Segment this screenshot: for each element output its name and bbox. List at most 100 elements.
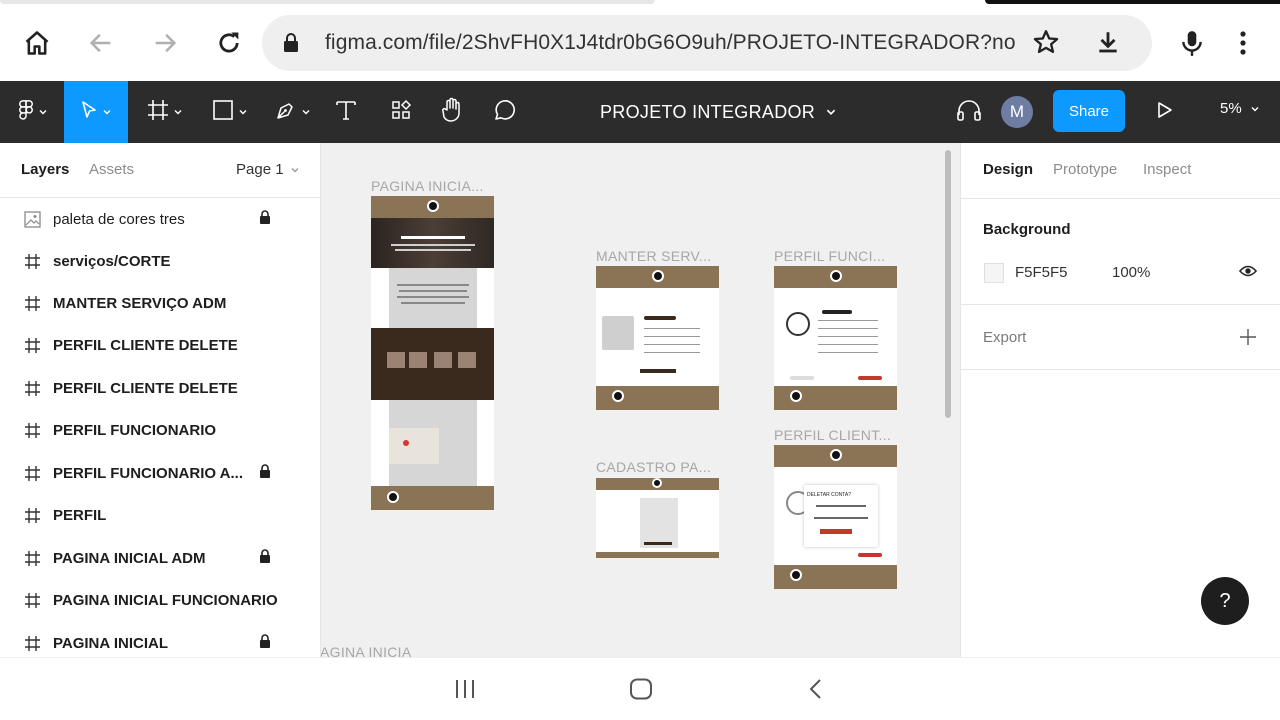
tab-layers[interactable]: Layers bbox=[21, 161, 69, 178]
tab-design[interactable]: Design bbox=[983, 161, 1033, 178]
frame-icon bbox=[23, 336, 41, 354]
layer-row[interactable]: PAGINA INICIAL bbox=[0, 622, 320, 657]
tab-prototype[interactable]: Prototype bbox=[1053, 161, 1117, 178]
layer-row[interactable]: PAGINA INICIAL ADM bbox=[0, 537, 320, 579]
mic-icon[interactable] bbox=[1174, 25, 1210, 61]
layer-row[interactable]: MANTER SERVIÇO ADM bbox=[0, 282, 320, 324]
layer-name: paleta de cores tres bbox=[53, 210, 185, 228]
zoom-level: 5% bbox=[1220, 100, 1242, 117]
figma-menu-button[interactable] bbox=[8, 81, 58, 143]
background-color-swatch[interactable] bbox=[984, 263, 1004, 283]
home-icon[interactable] bbox=[19, 25, 55, 61]
frame-perfil-cliente[interactable]: DELETAR CONTA? bbox=[774, 445, 897, 589]
download-icon[interactable] bbox=[1095, 29, 1121, 60]
background-opacity-input[interactable]: 100% bbox=[1112, 264, 1150, 281]
text-tool-button[interactable] bbox=[330, 81, 362, 143]
frame-label-perfil-funcionario[interactable]: PERFIL FUNCI... bbox=[774, 248, 885, 264]
background-hex-input[interactable]: F5F5F5 bbox=[1015, 264, 1068, 281]
present-button[interactable] bbox=[1150, 81, 1180, 143]
browser-address-bar: figma.com/file/2ShvFH0X1J4tdr0bG6O9uh/PR… bbox=[0, 5, 1280, 81]
lock-icon[interactable] bbox=[282, 32, 300, 59]
layer-name: PAGINA INICIAL bbox=[53, 634, 168, 652]
layer-row[interactable]: PERFIL FUNCIONARIO A... bbox=[0, 452, 320, 494]
text-tool-icon bbox=[335, 99, 357, 126]
frame-label-manter-servico[interactable]: MANTER SERV... bbox=[596, 248, 711, 264]
layer-name: PERFIL bbox=[53, 506, 107, 524]
back-nav-icon[interactable] bbox=[806, 678, 826, 705]
pen-tool-button[interactable] bbox=[268, 81, 318, 143]
avatar[interactable]: M bbox=[1001, 96, 1033, 128]
comment-tool-button[interactable] bbox=[489, 81, 521, 143]
frame-icon bbox=[23, 379, 41, 397]
hand-tool-icon bbox=[440, 97, 464, 128]
add-export-icon[interactable] bbox=[1239, 328, 1257, 351]
layers-panel: Layers Assets Page 1 paleta de cores tre… bbox=[0, 143, 321, 657]
layer-row[interactable]: PERFIL CLIENTE DELETE bbox=[0, 367, 320, 409]
lock-icon[interactable] bbox=[259, 209, 271, 229]
frame-icon bbox=[23, 506, 41, 524]
layer-row[interactable]: serviços/CORTE bbox=[0, 240, 320, 282]
comment-icon bbox=[493, 98, 517, 127]
browser-tab-active[interactable] bbox=[985, 0, 1280, 4]
frame-icon bbox=[23, 549, 41, 567]
shape-tool-button[interactable] bbox=[205, 81, 255, 143]
frame-icon bbox=[23, 252, 41, 270]
frame-cadastro[interactable] bbox=[596, 478, 719, 558]
tab-assets[interactable]: Assets bbox=[89, 161, 134, 178]
eye-icon[interactable] bbox=[1238, 264, 1258, 283]
page-selector[interactable]: Page 1 bbox=[236, 161, 300, 178]
help-button[interactable]: ? bbox=[1201, 577, 1249, 625]
audio-button[interactable] bbox=[953, 81, 985, 143]
frame-label-cadastro[interactable]: CADASTRO PA... bbox=[596, 459, 711, 475]
image-icon bbox=[23, 210, 41, 228]
layer-name: PAGINA INICIAL FUNCIONARIO bbox=[53, 591, 278, 609]
tab-inspect[interactable]: Inspect bbox=[1143, 161, 1191, 178]
recent-apps-icon[interactable] bbox=[454, 678, 476, 705]
canvas-scrollbar[interactable] bbox=[945, 150, 951, 418]
frame-perfil-funcionario[interactable] bbox=[774, 266, 897, 410]
share-button[interactable]: Share bbox=[1053, 90, 1125, 132]
frame-pagina-inicial[interactable] bbox=[371, 196, 494, 510]
layer-name: PAGINA INICIAL ADM bbox=[53, 549, 206, 567]
layer-row[interactable]: PAGINA INICIAL FUNCIONARIO bbox=[0, 579, 320, 621]
frame-icon bbox=[23, 634, 41, 652]
project-title: PROJETO INTEGRADOR bbox=[600, 101, 816, 122]
divider bbox=[961, 304, 1280, 305]
project-title-menu[interactable]: PROJETO INTEGRADOR bbox=[600, 81, 837, 143]
layer-row[interactable]: paleta de cores tres bbox=[0, 198, 320, 240]
divider bbox=[961, 198, 1280, 199]
lock-icon[interactable] bbox=[259, 633, 271, 653]
frame-label-perfil-cliente[interactable]: PERFIL CLIENT... bbox=[774, 427, 891, 443]
lock-icon[interactable] bbox=[259, 463, 271, 483]
chevron-down-icon bbox=[291, 167, 299, 172]
back-icon[interactable] bbox=[83, 25, 119, 61]
frame-tool-button[interactable] bbox=[140, 81, 190, 143]
hand-tool-button[interactable] bbox=[436, 81, 468, 143]
layer-name: PERFIL CLIENTE DELETE bbox=[53, 336, 238, 354]
layer-row[interactable]: PERFIL CLIENTE DELETE bbox=[0, 324, 320, 366]
headphones-icon bbox=[956, 98, 982, 127]
resources-button[interactable] bbox=[385, 81, 417, 143]
layer-row[interactable]: PERFIL bbox=[0, 494, 320, 536]
url-field[interactable]: figma.com/file/2ShvFH0X1J4tdr0bG6O9uh/PR… bbox=[262, 15, 1152, 71]
move-tool-button[interactable] bbox=[64, 81, 128, 143]
reload-icon[interactable] bbox=[211, 25, 247, 61]
delete-dialog-title: DELETAR CONTA? bbox=[807, 492, 851, 498]
frame-label-bottom[interactable]: AGINA INICIA bbox=[321, 644, 412, 657]
page-name: Page 1 bbox=[236, 161, 284, 178]
forward-icon[interactable] bbox=[147, 25, 183, 61]
star-icon[interactable] bbox=[1032, 28, 1060, 61]
browser-tab-inactive[interactable] bbox=[0, 0, 655, 4]
frame-label-pagina-inicial[interactable]: PAGINA INICIA... bbox=[371, 178, 484, 194]
home-nav-icon[interactable] bbox=[629, 678, 653, 705]
zoom-menu[interactable]: 5% bbox=[1220, 100, 1260, 117]
lock-icon[interactable] bbox=[259, 548, 271, 568]
pen-tool-icon bbox=[275, 99, 297, 126]
export-heading: Export bbox=[983, 329, 1027, 346]
canvas[interactable]: PAGINA INICIA... MANTER SERV... PERFIL F… bbox=[321, 143, 960, 657]
layer-row[interactable]: PERFIL FUNCIONARIO bbox=[0, 409, 320, 451]
frame-manter-servico[interactable] bbox=[596, 266, 719, 410]
frame-icon bbox=[23, 421, 41, 439]
layers-panel-tabs: Layers Assets Page 1 bbox=[0, 143, 320, 198]
menu-dots-icon[interactable] bbox=[1225, 25, 1261, 61]
